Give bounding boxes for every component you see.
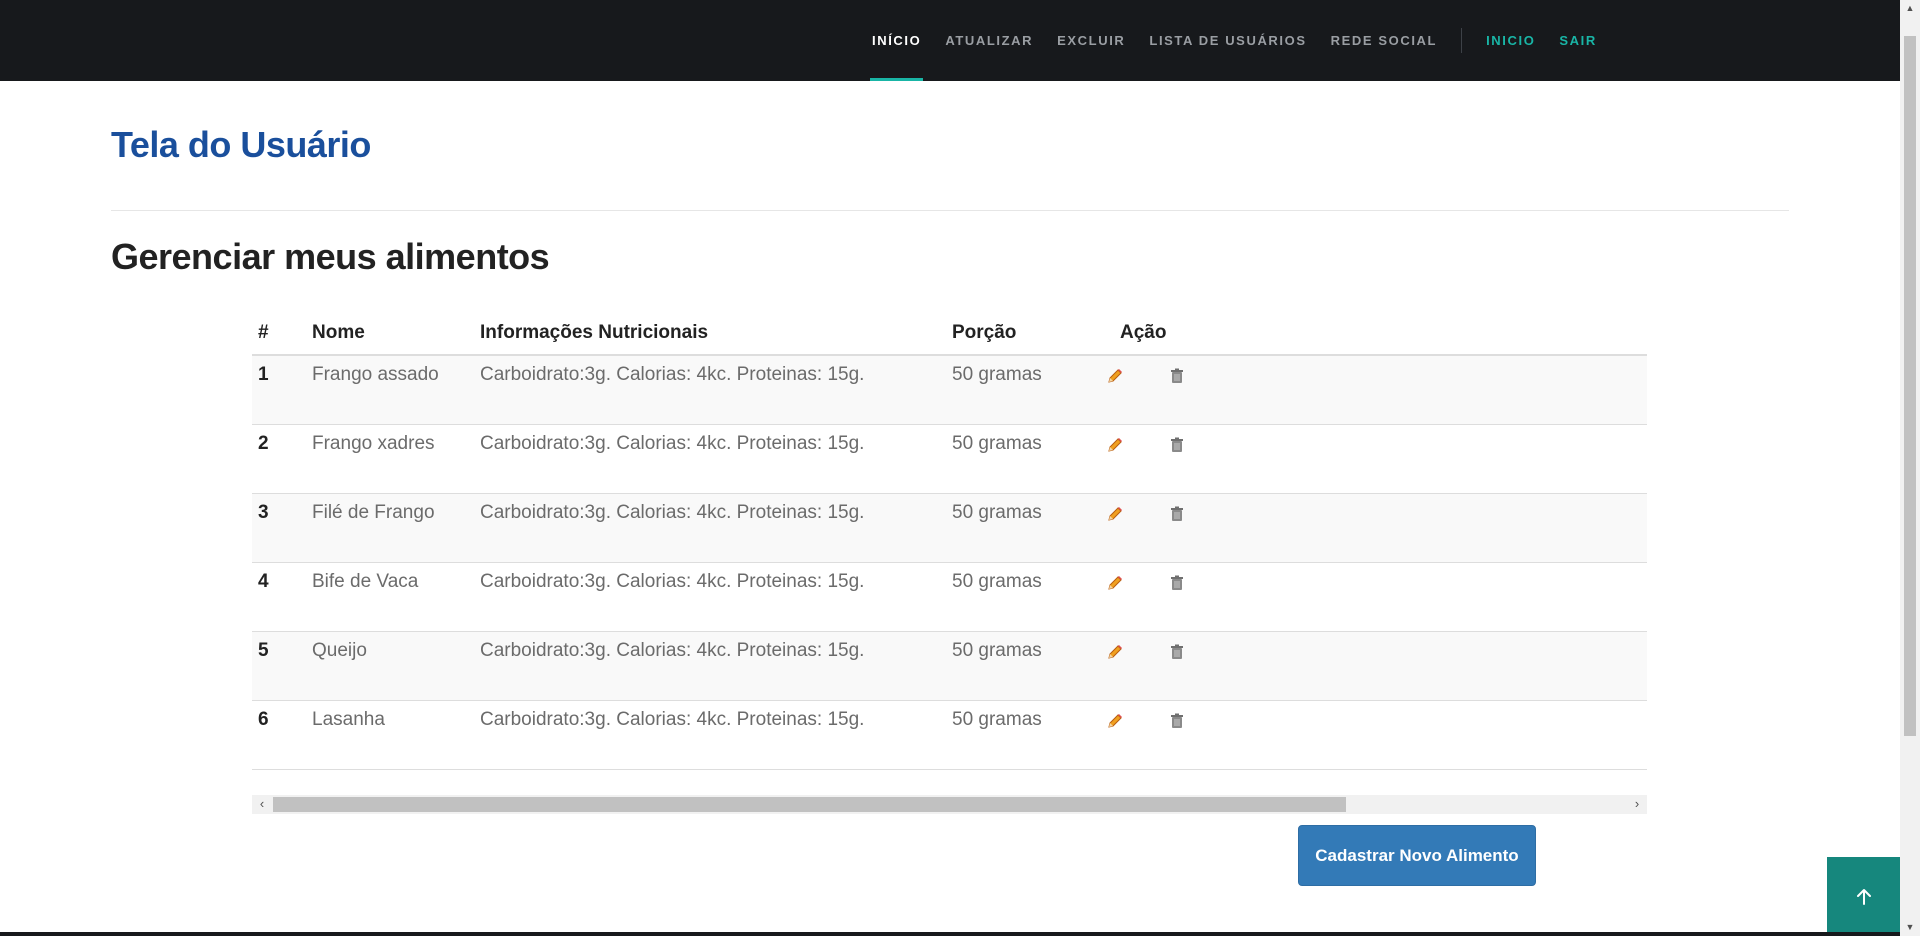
nav-item-lista-usuarios[interactable]: LISTA DE USUÁRIOS (1137, 0, 1318, 81)
row-name: Lasanha (312, 709, 385, 730)
add-food-button[interactable]: Cadastrar Novo Alimento (1298, 825, 1536, 886)
pencil-icon[interactable] (1106, 643, 1124, 661)
divider (111, 210, 1789, 211)
row-actions (1096, 563, 1647, 631)
row-name: Filé de Frango (312, 502, 435, 523)
footer-edge (0, 932, 1900, 936)
page-scroll-thumb[interactable] (1904, 36, 1916, 736)
trash-icon[interactable] (1168, 712, 1186, 730)
page-title: Tela do Usuário (111, 124, 371, 165)
row-nutrition-info: Carboidrato:3g. Calorias: 4kc. Proteinas… (480, 640, 865, 661)
row-nutrition-info: Carboidrato:3g. Calorias: 4kc. Proteinas… (480, 364, 865, 385)
pencil-icon[interactable] (1106, 505, 1124, 523)
row-name: Queijo (312, 640, 367, 661)
nav-item-inicio-right[interactable]: INICIO (1474, 0, 1547, 81)
header-num: # (258, 322, 269, 343)
page-scrollbar[interactable]: ▲ ▼ (1900, 0, 1920, 936)
arrow-up-icon (1856, 888, 1871, 905)
table-header: # Nome Informações Nutricionais Porção A… (252, 318, 1647, 356)
nav-links: INÍCIO ATUALIZAR EXCLUIR LISTA DE USUÁRI… (860, 0, 1609, 81)
nav-item-sair[interactable]: SAIR (1547, 0, 1608, 81)
trash-icon[interactable] (1168, 574, 1186, 592)
table-row: 1 Frango assado Carboidrato:3g. Calorias: … (252, 356, 1647, 425)
trash-icon[interactable] (1168, 367, 1186, 385)
header-portion: Porção (952, 322, 1017, 343)
back-to-top-button[interactable] (1827, 857, 1900, 936)
hscroll-thumb[interactable] (273, 797, 1346, 812)
table-row: 3 Filé de Frango Carboidrato:3g. Calorias:… (252, 494, 1647, 563)
header-name: Nome (312, 322, 365, 343)
nav-item-atualizar[interactable]: ATUALIZAR (933, 0, 1045, 81)
foods-table: # Nome Informações Nutricionais Porção A… (252, 318, 1647, 770)
row-nutrition-info: Carboidrato:3g. Calorias: 4kc. Proteinas… (480, 433, 865, 454)
row-actions (1096, 425, 1647, 493)
row-name: Frango assado (312, 364, 439, 385)
row-portion: 50 gramas (952, 502, 1042, 523)
row-number: 6 (258, 709, 269, 730)
pencil-icon[interactable] (1106, 574, 1124, 592)
row-nutrition-info: Carboidrato:3g. Calorias: 4kc. Proteinas… (480, 502, 865, 523)
scroll-right-arrow-icon[interactable]: › (1627, 795, 1647, 814)
scroll-left-arrow-icon[interactable]: ‹ (252, 795, 272, 814)
row-number: 5 (258, 640, 269, 661)
row-portion: 50 gramas (952, 433, 1042, 454)
row-nutrition-info: Carboidrato:3g. Calorias: 4kc. Proteinas… (480, 709, 865, 730)
row-name: Bife de Vaca (312, 571, 419, 592)
row-actions (1096, 632, 1647, 700)
pencil-icon[interactable] (1106, 712, 1124, 730)
row-number: 2 (258, 433, 269, 454)
row-number: 3 (258, 502, 269, 523)
table-row: 6 Lasanha Carboidrato:3g. Calorias: 4kc. P… (252, 701, 1647, 770)
row-portion: 50 gramas (952, 571, 1042, 592)
table-row: 2 Frango xadres Carboidrato:3g. Calorias: … (252, 425, 1647, 494)
section-title: Gerenciar meus alimentos (111, 236, 550, 277)
nav-item-excluir[interactable]: EXCLUIR (1045, 0, 1137, 81)
trash-icon[interactable] (1168, 505, 1186, 523)
header-info: Informações Nutricionais (480, 322, 709, 343)
row-portion: 50 gramas (952, 709, 1042, 730)
row-nutrition-info: Carboidrato:3g. Calorias: 4kc. Proteinas… (480, 571, 865, 592)
nav-item-inicio[interactable]: INÍCIO (860, 0, 933, 81)
pencil-icon[interactable] (1106, 367, 1124, 385)
row-name: Frango xadres (312, 433, 435, 454)
row-portion: 50 gramas (952, 640, 1042, 661)
top-navbar: INÍCIO ATUALIZAR EXCLUIR LISTA DE USUÁRI… (0, 0, 1900, 81)
trash-icon[interactable] (1168, 436, 1186, 454)
row-actions (1096, 494, 1647, 562)
row-actions (1096, 701, 1647, 769)
nav-item-rede-social[interactable]: REDE SOCIAL (1319, 0, 1449, 81)
scroll-down-arrow-icon[interactable]: ▼ (1900, 919, 1920, 936)
table-row: 4 Bife de Vaca Carboidrato:3g. Calorias: 4… (252, 563, 1647, 632)
row-portion: 50 gramas (952, 364, 1042, 385)
row-actions (1096, 356, 1647, 424)
scroll-up-arrow-icon[interactable]: ▲ (1900, 0, 1920, 17)
trash-icon[interactable] (1168, 643, 1186, 661)
row-number: 4 (258, 571, 269, 592)
pencil-icon[interactable] (1106, 436, 1124, 454)
table-row: 5 Queijo Carboidrato:3g. Calorias: 4kc. Pr… (252, 632, 1647, 701)
nav-divider (1461, 28, 1463, 53)
row-number: 1 (258, 364, 269, 385)
header-action: Ação (1120, 322, 1167, 343)
table-horizontal-scrollbar[interactable]: ‹ › (252, 795, 1647, 814)
table-body: 1 Frango assado Carboidrato:3g. Calorias: … (252, 356, 1647, 770)
